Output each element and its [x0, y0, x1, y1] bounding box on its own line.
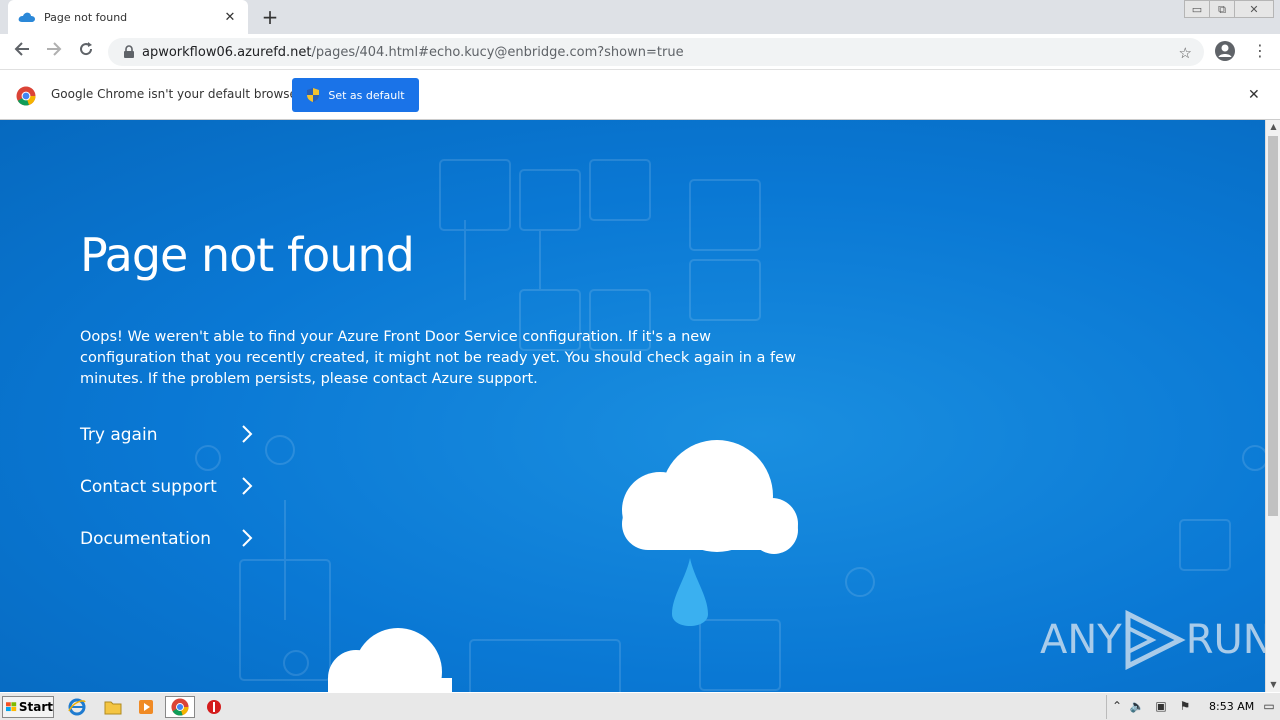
flag-icon[interactable]: ⚑	[1177, 699, 1193, 715]
anyrun-watermark: ANY RUN	[1040, 610, 1265, 670]
new-tab-button[interactable]: +	[258, 5, 282, 29]
window-close-button[interactable]: ✕	[1234, 0, 1274, 18]
documentation-label: Documentation	[80, 529, 212, 549]
small-cloud-illustration	[328, 628, 452, 692]
clock: 8:53 AM	[1209, 700, 1255, 713]
url-path: /pages/404.html#echo.kucy@enbridge.com?s…	[311, 44, 684, 60]
stop-taskbar-button[interactable]	[199, 696, 229, 718]
browser-tab[interactable]: Page not found ✕	[8, 0, 248, 34]
windows-logo-icon	[6, 702, 17, 712]
documentation-link[interactable]: Documentation	[80, 524, 260, 554]
back-arrow-icon	[14, 42, 29, 56]
default-browser-infobar: Google Chrome isn't your default browser…	[0, 71, 1280, 120]
chrome-taskbar-button[interactable]	[165, 696, 195, 718]
start-label: Start	[18, 700, 53, 714]
infobar-message: Google Chrome isn't your default browser	[51, 87, 302, 101]
chevron-right-icon	[242, 529, 253, 547]
infobar-close-button[interactable]: ✕	[1248, 87, 1260, 103]
volume-icon[interactable]: 🔈	[1129, 699, 1145, 715]
folder-icon	[104, 701, 122, 715]
reload-button[interactable]	[74, 40, 98, 64]
lock-icon	[124, 45, 134, 58]
explorer-taskbar-button[interactable]	[98, 696, 128, 718]
restore-button[interactable]: ⧉	[1209, 0, 1235, 18]
reload-icon	[80, 42, 93, 56]
tab-strip: Page not found ✕ + ▭ ⧉ ✕	[0, 0, 1280, 34]
contact-support-label: Contact support	[80, 477, 217, 497]
error-description: Oops! We weren't able to find your Azure…	[80, 329, 796, 387]
contact-support-link[interactable]: Contact support	[80, 472, 260, 502]
tab-close-button[interactable]: ✕	[222, 10, 238, 25]
start-button[interactable]: Start	[2, 696, 54, 718]
url-text: apworkflow06.azurefd.net/pages/404.html#…	[142, 45, 684, 60]
set-as-default-button[interactable]: Set as default	[292, 78, 419, 112]
cloud-favicon-icon	[18, 12, 35, 22]
ie-icon	[68, 698, 86, 716]
media-player-icon	[139, 700, 153, 714]
cloud-illustration	[622, 440, 798, 626]
forward-button[interactable]	[42, 40, 66, 64]
network-icon[interactable]: ▣	[1153, 699, 1169, 715]
minimize-button[interactable]: ▭	[1184, 0, 1210, 18]
set-as-default-label: Set as default	[328, 88, 405, 102]
windows-taskbar: Start ⌃ 🔈 ▣ ⚑ 8:53 AM ▭	[0, 692, 1280, 720]
try-again-link[interactable]: Try again	[80, 420, 260, 450]
scroll-up-arrow[interactable]: ▲	[1266, 120, 1280, 134]
media-player-taskbar-button[interactable]	[131, 696, 161, 718]
play-logo-icon	[1125, 610, 1186, 670]
system-tray: ⌃ 🔈 ▣ ⚑ 8:53 AM ▭	[1106, 695, 1280, 719]
star-icon[interactable]: ☆	[1179, 44, 1192, 62]
tray-expand-icon[interactable]: ⌃	[1109, 699, 1125, 715]
profile-icon[interactable]	[1214, 40, 1236, 62]
url-host: apworkflow06.azurefd.net	[142, 44, 312, 60]
chrome-icon	[171, 698, 189, 716]
vertical-scrollbar[interactable]: ▲ ▼	[1265, 120, 1280, 692]
chrome-logo-icon	[16, 86, 36, 106]
show-desktop-icon[interactable]: ▭	[1261, 699, 1277, 715]
tab-title: Page not found	[44, 10, 128, 24]
page-content: Page not found Oops! We weren't able to …	[0, 120, 1265, 692]
watermark-text-right: RUN	[1185, 617, 1265, 663]
address-bar[interactable]: apworkflow06.azurefd.net/pages/404.html#…	[108, 38, 1204, 66]
menu-button[interactable]: ⋮	[1252, 40, 1268, 62]
page-title: Page not found	[80, 228, 415, 282]
scroll-thumb[interactable]	[1268, 136, 1278, 516]
watermark-text-left: ANY	[1040, 617, 1122, 663]
browser-toolbar: apworkflow06.azurefd.net/pages/404.html#…	[0, 34, 1280, 70]
back-button[interactable]	[10, 40, 34, 64]
ie-taskbar-button[interactable]	[62, 696, 92, 718]
forward-arrow-icon	[47, 42, 62, 56]
scroll-down-arrow[interactable]: ▼	[1266, 678, 1280, 692]
shield-icon	[307, 88, 320, 102]
try-again-label: Try again	[80, 425, 158, 445]
chevron-right-icon	[242, 477, 253, 495]
stop-icon	[207, 700, 221, 714]
chevron-right-icon	[242, 425, 253, 443]
